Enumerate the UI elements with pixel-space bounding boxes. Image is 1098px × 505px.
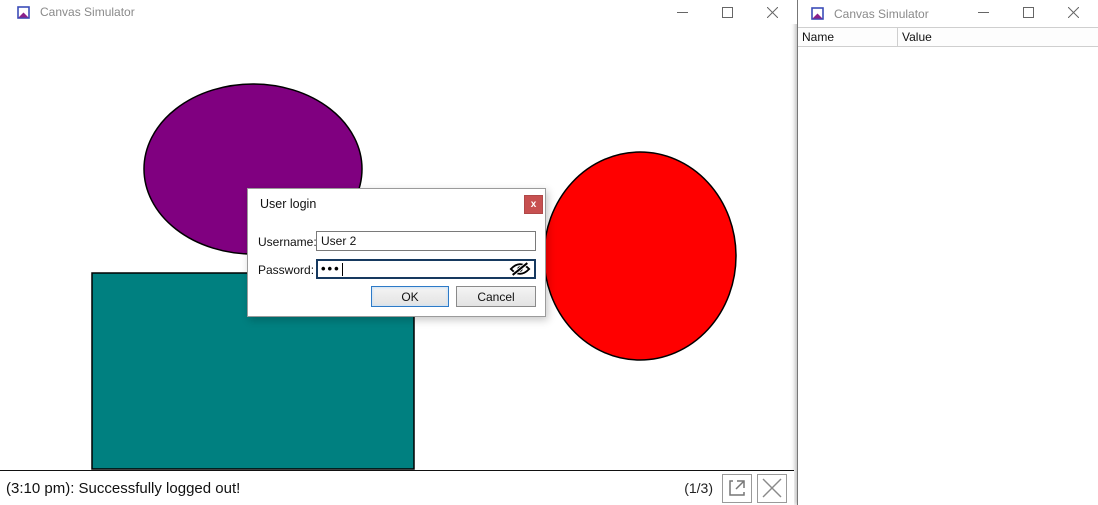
password-masked-text: ••• xyxy=(321,261,341,277)
status-message: (3:10 pm): Successfully logged out! xyxy=(6,480,684,497)
red-circle[interactable] xyxy=(544,152,736,360)
maximize-icon[interactable] xyxy=(1006,0,1051,24)
column-header-value[interactable]: Value xyxy=(898,28,1098,46)
user-login-dialog: User login x Username: Password: ••• OK … xyxy=(247,188,546,317)
cancel-button[interactable]: Cancel xyxy=(456,286,536,307)
app-logo-icon xyxy=(16,5,31,20)
minimize-icon[interactable] xyxy=(961,0,1006,24)
open-external-button[interactable] xyxy=(722,474,752,503)
open-external-icon xyxy=(727,478,747,498)
ok-button[interactable]: OK xyxy=(371,286,449,307)
column-header-name[interactable]: Name xyxy=(798,28,898,46)
inspector-window: Canvas Simulator Name Value xyxy=(797,0,1098,505)
password-label: Password: xyxy=(258,263,314,277)
close-icon[interactable] xyxy=(750,0,795,24)
app-logo-icon xyxy=(810,6,825,21)
username-label: Username: xyxy=(258,235,317,249)
minimize-icon[interactable] xyxy=(660,0,705,24)
toggle-password-visibility-button[interactable] xyxy=(509,261,531,277)
password-field[interactable]: ••• xyxy=(316,259,536,279)
window-title: Canvas Simulator xyxy=(834,7,929,21)
property-table-header: Name Value xyxy=(798,27,1098,47)
dialog-close-button[interactable]: x xyxy=(524,195,543,214)
text-caret xyxy=(342,263,343,276)
left-window-controls xyxy=(660,0,795,24)
left-titlebar: Canvas Simulator xyxy=(0,0,797,24)
right-titlebar: Canvas Simulator xyxy=(798,0,1098,27)
maximize-icon[interactable] xyxy=(705,0,750,24)
status-bar: (3:10 pm): Successfully logged out! (1/3… xyxy=(0,470,794,505)
page-indicator: (1/3) xyxy=(684,480,713,496)
username-field[interactable] xyxy=(316,231,536,251)
property-table-body xyxy=(798,47,1098,505)
window-title: Canvas Simulator xyxy=(40,5,135,19)
dialog-title: User login xyxy=(260,197,316,211)
eye-slash-icon xyxy=(509,261,531,277)
close-icon[interactable] xyxy=(1051,0,1096,24)
dismiss-x-icon xyxy=(761,477,783,499)
dismiss-status-button[interactable] xyxy=(757,474,787,503)
right-window-controls xyxy=(961,0,1096,24)
